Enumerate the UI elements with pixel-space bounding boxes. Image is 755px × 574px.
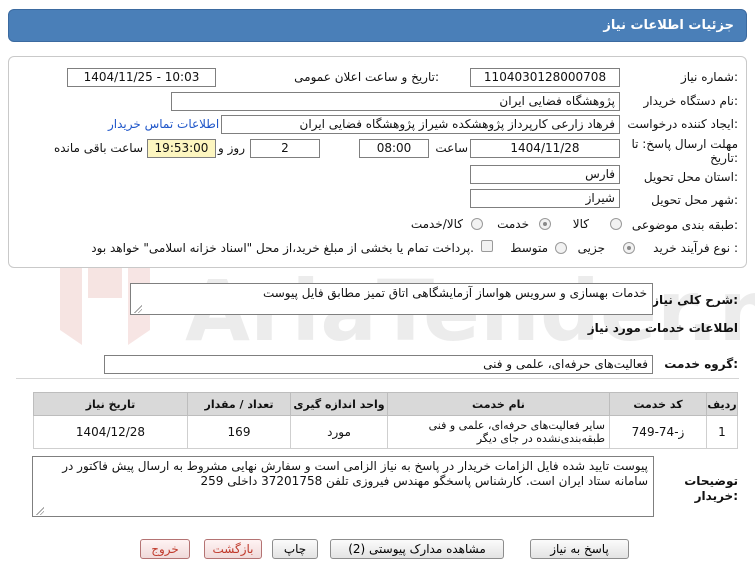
need-summary-label: شرح کلی نیاز: — [652, 293, 738, 307]
purchase-minor-radio[interactable] — [623, 242, 635, 254]
page-header: جزئیات اطلاعات نیاز — [8, 9, 747, 42]
deadline-label-date: تاریخ: — [710, 151, 738, 165]
remaining-time-label: ساعت باقی مانده — [53, 141, 143, 155]
buyer-org-label: نام دستگاه خریدار: — [643, 94, 739, 108]
need-number-field: 1104030128000708 — [470, 68, 620, 87]
days-label: روز و — [218, 141, 245, 155]
category-goods-label: کالا — [572, 217, 589, 231]
announce-datetime-field: 1404/11/25 - 10:03 — [67, 68, 216, 87]
purchase-type-label: نوع فرآیند خرید : — [653, 241, 738, 255]
row-number-cell: 1 — [706, 415, 738, 449]
col-code-header: کد خدمت — [609, 392, 707, 416]
purchase-medium-radio[interactable] — [555, 242, 567, 254]
service-name-cell: سایر فعالیت‌های حرفه‌ای، علمی و فنی طبقه… — [387, 415, 610, 449]
category-service-label: خدمت — [497, 217, 529, 231]
unit-cell: مورد — [290, 415, 388, 449]
divider — [16, 378, 739, 379]
services-heading: اطلاعات خدمات مورد نیاز — [587, 321, 738, 335]
buyer-notes-field: پیوست تایید شده فایل الزامات خریدار در پ… — [32, 456, 654, 517]
deadline-time-field: 08:00 — [359, 139, 429, 158]
requester-field: فرهاد زارعی کارپرداز پژوهشکده شیراز پژوه… — [221, 115, 620, 134]
treasury-payment-checkbox[interactable] — [481, 240, 493, 252]
buyer-notes-label-2: خریدار: — [694, 489, 738, 503]
need-number-label: شماره نیاز: — [680, 70, 738, 84]
need-date-cell: 1404/12/28 — [33, 415, 188, 449]
deadline-time-label: ساعت — [435, 141, 468, 155]
city-field: شیراز — [470, 189, 620, 208]
buyer-notes-label: توضیحات — [684, 474, 738, 488]
category-goods-radio[interactable] — [610, 218, 622, 230]
table-header-row: ردیف کد خدمت نام خدمت واحد اندازه گیری ت… — [33, 392, 738, 416]
print-button[interactable]: چاپ — [272, 539, 318, 559]
category-both-label: کالا/خدمت — [410, 217, 463, 231]
back-button[interactable]: بازگشت — [204, 539, 262, 559]
quantity-cell: 169 — [187, 415, 291, 449]
need-info-panel — [8, 56, 747, 268]
resize-grip-icon[interactable] — [133, 304, 142, 313]
requester-label: ایجاد کننده درخواست: — [627, 117, 738, 131]
page-title: جزئیات اطلاعات نیاز — [603, 18, 734, 33]
resize-grip-icon[interactable] — [35, 506, 44, 515]
exit-button[interactable]: خروج — [140, 539, 190, 559]
purchase-medium-label: متوسط — [510, 241, 548, 255]
category-both-radio[interactable] — [471, 218, 483, 230]
deadline-label: مهلت ارسال پاسخ: تا — [631, 137, 738, 151]
remaining-days-field: 2 — [250, 139, 320, 158]
service-group-label: گروه خدمت: — [664, 357, 738, 371]
col-date-header: تاریخ نیاز — [33, 392, 188, 416]
remaining-time-field: 19:53:00 — [147, 139, 216, 158]
col-row-header: ردیف — [706, 392, 738, 416]
treasury-payment-note: پرداخت تمام یا بخشی از مبلغ خرید،از محل … — [91, 241, 474, 255]
city-label: شهر محل تحویل: — [651, 193, 738, 207]
need-summary-text: خدمات بهسازی و سرویس هواساز آزمایشگاهی ا… — [262, 286, 647, 300]
services-table: ردیف کد خدمت نام خدمت واحد اندازه گیری ت… — [33, 392, 738, 449]
service-code-cell: ز-74-749 — [609, 415, 707, 449]
province-field: فارس — [470, 165, 620, 184]
buyer-contact-link[interactable]: اطلاعات تماس خریدار — [108, 117, 219, 131]
service-group-field: فعالیت‌های حرفه‌ای، علمی و فنی — [104, 355, 653, 374]
reply-to-need-button[interactable]: پاسخ به نیاز — [530, 539, 629, 559]
col-unit-header: واحد اندازه گیری — [290, 392, 388, 416]
view-attachments-button[interactable]: مشاهده مدارک پیوستی (2) — [330, 539, 504, 559]
deadline-date-field: 1404/11/28 — [470, 139, 620, 158]
buyer-org-field: پژوهشگاه فضایی ایران — [171, 92, 620, 111]
announce-datetime-label: تاریخ و ساعت اعلان عمومی: — [294, 70, 439, 84]
category-service-radio[interactable] — [539, 218, 551, 230]
col-name-header: نام خدمت — [387, 392, 610, 416]
col-qty-header: تعداد / مقدار — [187, 392, 291, 416]
need-summary-field: خدمات بهسازی و سرویس هواساز آزمایشگاهی ا… — [130, 283, 653, 315]
purchase-minor-label: جزیی — [577, 241, 605, 255]
category-label: طبقه بندی موضوعی: — [631, 218, 738, 232]
province-label: استان محل تحویل: — [643, 170, 738, 184]
table-row: 1 ز-74-749 سایر فعالیت‌های حرفه‌ای، علمی… — [33, 415, 738, 449]
buyer-notes-text: پیوست تایید شده فایل الزامات خریدار در پ… — [62, 459, 648, 488]
